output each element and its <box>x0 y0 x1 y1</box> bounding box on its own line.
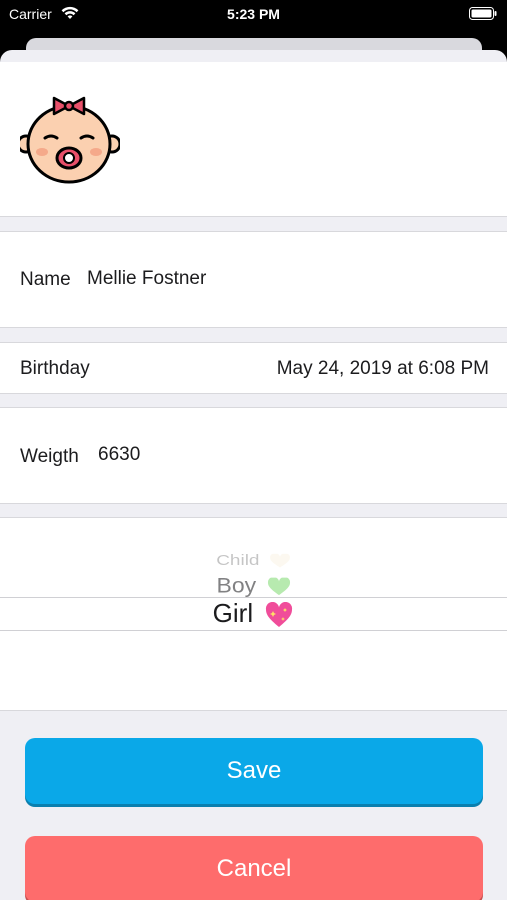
birthday-row[interactable]: Birthday May 24, 2019 at 6:08 PM <box>0 342 507 394</box>
picker-option-boy[interactable]: Boy <box>0 573 507 598</box>
weight-field[interactable]: 6630 <box>98 444 140 466</box>
picker-option-label: Girl <box>212 598 254 628</box>
add-baby-sheet: Name Mellie Fostner Birthday May 24, 201… <box>0 50 507 900</box>
baby-girl-icon[interactable] <box>20 96 120 184</box>
gender-picker[interactable]: Child Boy Girl <box>0 517 507 711</box>
picker-option-girl[interactable]: Girl <box>0 598 507 629</box>
cancel-button-label: Cancel <box>216 855 292 882</box>
status-bar: Carrier 5:23 PM <box>0 0 507 30</box>
battery-icon <box>469 7 497 20</box>
heart-green-icon <box>267 577 290 596</box>
name-field[interactable]: Mellie Fostner <box>87 268 206 290</box>
save-button-label: Save <box>226 757 282 784</box>
status-time: 5:23 PM <box>227 6 280 22</box>
birthday-label: Birthday <box>20 358 90 379</box>
birthday-value[interactable]: May 24, 2019 at 6:08 PM <box>277 358 489 380</box>
heart-white-icon <box>269 553 290 568</box>
weight-row[interactable]: Weigth 6630 <box>0 407 507 504</box>
picker-selection-bottom-line <box>0 630 507 631</box>
name-row[interactable]: Name Mellie Fostner <box>0 231 507 328</box>
weight-label: Weigth <box>20 446 79 467</box>
avatar-section <box>0 62 507 217</box>
name-label: Name <box>20 269 71 290</box>
save-button[interactable]: Save <box>25 738 483 804</box>
sparkling-heart-icon <box>266 601 293 627</box>
picker-option-label: Boy <box>216 573 257 597</box>
picker-option-label: Child <box>216 552 260 569</box>
cancel-button[interactable]: Cancel <box>25 836 483 900</box>
picker-option-child[interactable]: Child <box>0 552 507 570</box>
